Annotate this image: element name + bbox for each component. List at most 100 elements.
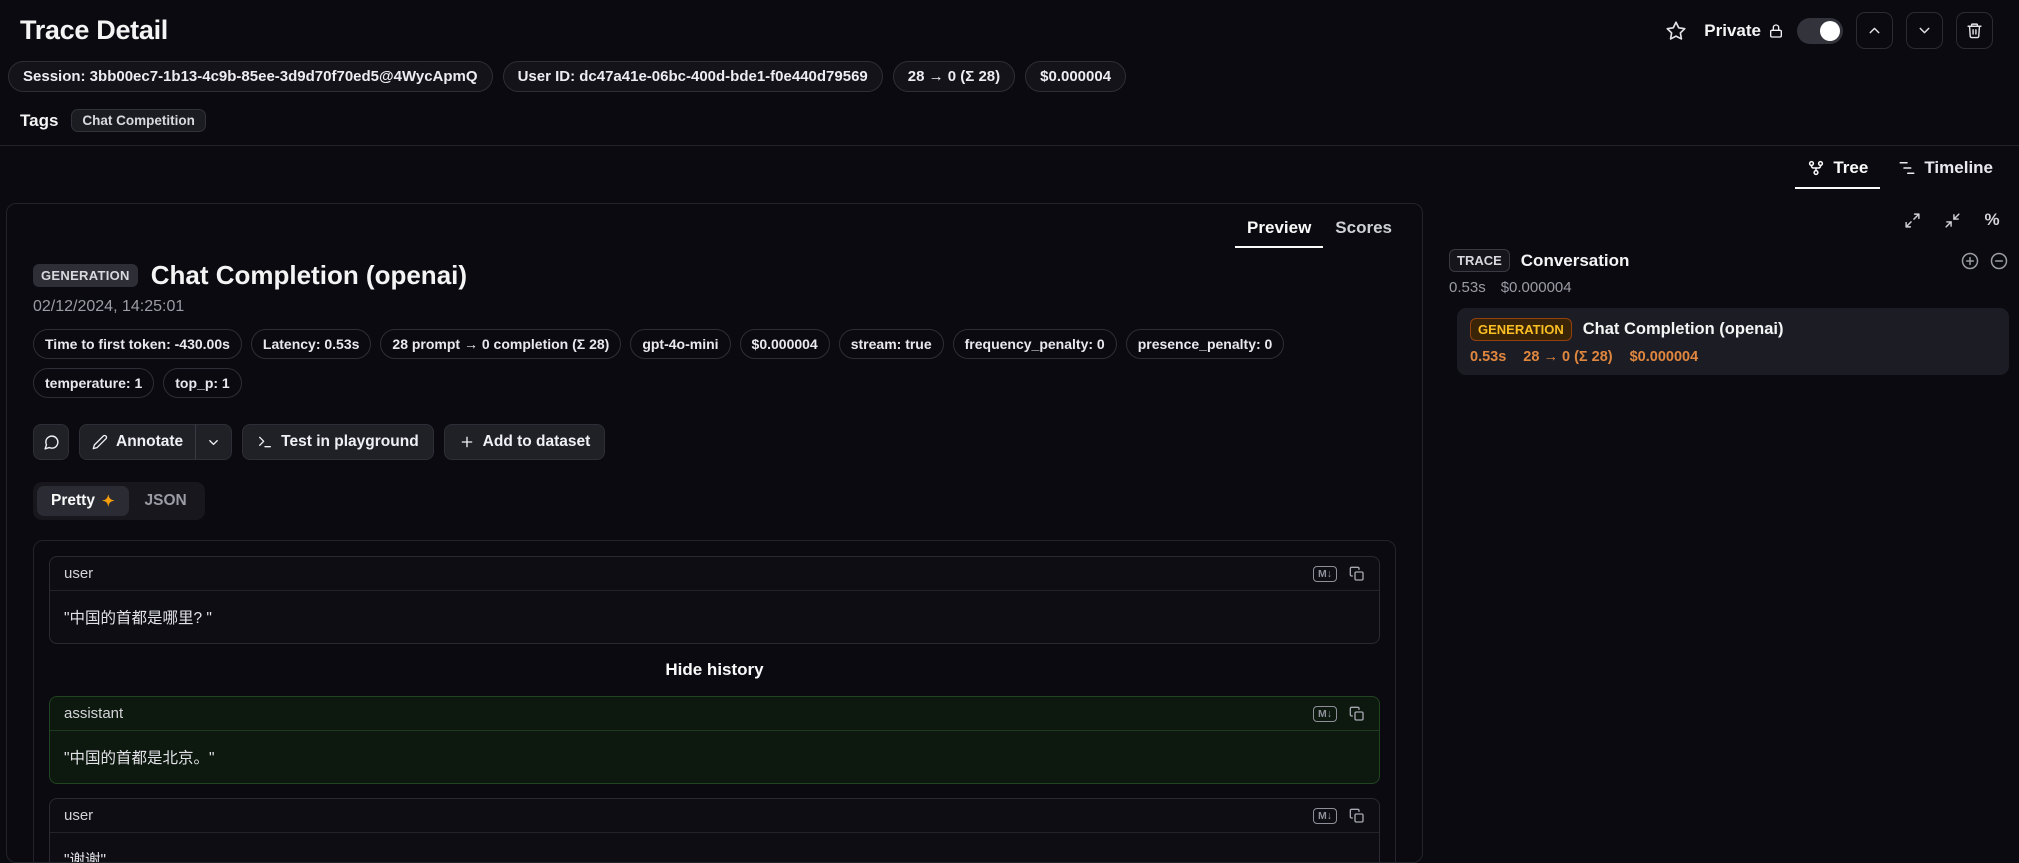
copy-icon [1349,706,1365,722]
tag-chat-competition[interactable]: Chat Competition [71,109,206,132]
trace-tree-panel: % TRACE Conversation [1449,203,2011,375]
collapse-all-button[interactable] [1935,203,1969,237]
view-tabs: Tree Timeline [0,145,2019,189]
terminal-icon [257,434,273,450]
privacy-label: Private [1704,21,1761,41]
pill-temperature: temperature: 1 [33,368,154,398]
message-tools: M↓ [1313,808,1365,824]
token-usage-badge[interactable]: 28 → 0 (Σ 28) [893,61,1015,92]
trace-node[interactable]: TRACE Conversation [1449,249,2009,272]
json-toggle[interactable]: JSON [131,486,201,516]
message-header: user M↓ [50,799,1379,833]
message-card-user-2: user M↓ "谢谢" [49,798,1380,863]
tags-row: Tags Chat Competition [0,109,2019,132]
pill-latency: Latency: 0.53s [251,329,372,359]
bookmark-star-button[interactable] [1661,16,1691,46]
copy-button[interactable] [1349,706,1365,722]
show-percentages-button[interactable]: % [1975,203,2009,237]
pill-token-usage: 28 prompt → 0 completion (Σ 28) [380,329,621,359]
timeline-icon [1898,159,1916,177]
copy-button[interactable] [1349,808,1365,824]
expand-node-button[interactable] [1960,251,1980,271]
pretty-toggle[interactable]: Pretty ✦ [37,486,129,516]
generation-node-selected[interactable]: GENERATION Chat Completion (openai) 0.53… [1457,308,2009,375]
trace-meta-row: Session: 3bb00ec7-1b13-4c9b-85ee-3d9d70f… [0,55,2019,92]
trace-type-badge: TRACE [1449,249,1510,272]
generation-cost: $0.000004 [1630,349,1699,365]
pen-icon [92,434,108,450]
message-content: "谢谢" [50,833,1379,863]
tab-preview[interactable]: Preview [1235,212,1323,248]
user-id-badge[interactable]: User ID: dc47a41e-06bc-400d-bde1-f0e440d… [503,61,883,92]
generation-node-metrics: 0.53s 28 → 0 (Σ 28) $0.000004 [1470,349,1996,365]
tab-tree[interactable]: Tree [1795,146,1880,189]
markdown-toggle-icon[interactable]: M↓ [1313,566,1337,582]
observation-header: GENERATION Chat Completion (openai) [7,260,1422,291]
header: Trace Detail Private [0,0,2019,55]
public-sharing-toggle[interactable] [1797,18,1843,44]
markdown-toggle-icon[interactable]: M↓ [1313,808,1337,824]
collapse-node-button[interactable] [1989,251,2009,271]
copy-button[interactable] [1349,566,1365,582]
plus-circle-icon [1960,251,1980,271]
collapse-all-icon [1944,212,1961,229]
minus-circle-icon [1989,251,2009,271]
format-toggle: Pretty ✦ JSON [33,482,205,520]
message-tools: M↓ [1313,566,1365,582]
generation-token-usage: 28 → 0 (Σ 28) [1523,349,1612,365]
copy-icon [1349,808,1365,824]
pill-model: gpt-4o-mini [630,329,730,359]
observation-actions: Annotate Test in playground [7,424,1422,460]
annotate-button[interactable]: Annotate [80,425,195,459]
message-header: user M↓ [50,557,1379,591]
observation-title: Chat Completion (openai) [151,260,467,291]
cost-badge[interactable]: $0.000004 [1025,61,1126,92]
generation-type-badge: GENERATION [1470,318,1572,341]
tab-timeline[interactable]: Timeline [1886,146,2005,189]
tree-icon [1807,159,1825,177]
message-tools: M↓ [1313,706,1365,722]
toggle-knob [1820,21,1840,41]
message-content: "中国的首都是哪里? " [50,591,1379,643]
tab-tree-label: Tree [1833,158,1868,178]
privacy-status: Private [1704,21,1784,41]
message-card-user-1: user M↓ "中国的首都是哪里? " [49,556,1380,644]
annotate-button-group: Annotate [79,424,232,460]
pill-time-to-first-token: Time to first token: -430.00s [33,329,242,359]
session-badge[interactable]: Session: 3bb00ec7-1b13-4c9b-85ee-3d9d70f… [8,61,493,92]
test-in-playground-button[interactable]: Test in playground [242,424,434,460]
message-card-assistant: assistant M↓ "中国的首都是北京。" [49,696,1380,784]
pill-frequency-penalty: frequency_penalty: 0 [953,329,1117,359]
previous-trace-button[interactable] [1856,12,1893,49]
tags-label: Tags [20,111,58,131]
hide-history-toggle[interactable]: Hide history [49,660,1380,680]
message-header: assistant M↓ [50,697,1379,731]
trace-cost: $0.000004 [1501,279,1572,296]
observation-timestamp: 02/12/2024, 14:25:01 [7,298,1422,316]
copy-icon [1349,566,1365,582]
playground-label: Test in playground [281,433,419,451]
comments-button[interactable] [33,424,69,460]
pill-presence-penalty: presence_penalty: 0 [1126,329,1285,359]
pill-stream: stream: true [839,329,944,359]
expand-all-button[interactable] [1895,203,1929,237]
add-to-dataset-button[interactable]: Add to dataset [444,424,606,460]
tab-timeline-label: Timeline [1924,158,1993,178]
chevron-down-icon [1916,22,1933,39]
messages-container: user M↓ "中国的首都是哪里? " Hide history [33,540,1396,863]
trace-latency: 0.53s [1449,279,1486,296]
trace-node-actions [1960,251,2009,271]
generation-latency: 0.53s [1470,349,1506,365]
generation-node-header: GENERATION Chat Completion (openai) [1470,318,1996,341]
next-trace-button[interactable] [1906,12,1943,49]
markdown-toggle-icon[interactable]: M↓ [1313,706,1337,722]
annotate-dropdown-button[interactable] [196,425,231,459]
message-role: assistant [64,705,123,722]
message-content: "中国的首都是北京。" [50,731,1379,783]
message-role: user [64,565,93,582]
tab-scores[interactable]: Scores [1323,212,1404,248]
delete-trace-button[interactable] [1956,12,1993,49]
trace-title: Conversation [1521,251,1630,271]
observation-panel-tabs: Preview Scores [7,204,1422,248]
sparkles-icon: ✦ [102,492,115,510]
